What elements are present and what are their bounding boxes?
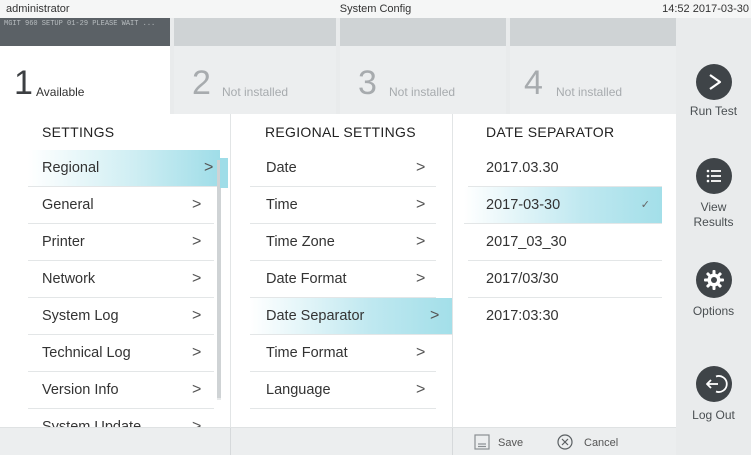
top-status-bar: administrator System Config 14:52 2017-0… [0,0,751,18]
view-results-label: View Results [693,200,734,229]
chevron-right-icon: > [192,344,202,361]
module-number: 4 [524,64,543,102]
settings-item-version-info[interactable]: Version Info > [28,372,214,409]
settings-heading: SETTINGS [42,124,115,140]
settings-scrollbar-thumb[interactable] [217,160,221,398]
separator-option-underscore[interactable]: 2017_03_30 [468,224,662,261]
log-out-label: Log Out [692,408,735,422]
separator-option-slash[interactable]: 2017/03/30 [468,261,662,298]
options-button[interactable]: Options [676,262,751,319]
chevron-right-icon: > [416,270,426,287]
settings-panel: SETTINGS Regional > General > Printer > … [0,114,676,427]
regional-item-date[interactable]: Date > [250,150,436,187]
chevron-right-icon: > [192,307,202,324]
module-status-label: Not installed [556,85,623,99]
cancel-button[interactable]: Cancel [554,428,654,455]
module-status-label: Not installed [389,85,456,99]
run-test-button[interactable]: Run Test [676,64,751,119]
module-status-label: Not installed [222,85,289,99]
selection-connector [220,158,228,188]
module-status-text: MGIT 960 SETUP 01-29 PLEASE WAIT ... [4,20,156,28]
separator-option-colon[interactable]: 2017:03:30 [468,298,662,335]
module-3-tab[interactable]: 3 Not installed [340,18,506,114]
chevron-right-icon: > [192,196,202,213]
cancel-label: Cancel [584,437,619,449]
window-title: System Config [339,3,412,15]
module-1-tab[interactable]: MGIT 960 SETUP 01-29 PLEASE WAIT ... 1 A… [0,18,170,114]
action-sidebar: Run Test View Results Options Log Out [676,18,751,455]
regional-item-date-format[interactable]: Date Format > [250,261,436,298]
date-separator-heading: DATE SEPARATOR [486,124,615,140]
chevron-right-icon: > [204,159,214,176]
chevron-right-icon: > [416,233,426,250]
settings-item-general[interactable]: General > [28,187,214,224]
regional-settings-heading: REGIONAL SETTINGS [265,124,416,140]
check-icon: ✓ [640,199,650,211]
regional-item-date-separator[interactable]: Date Separator > [250,298,452,335]
chevron-right-icon: > [192,381,202,398]
regional-item-time-format[interactable]: Time Format > [250,335,436,372]
view-results-button[interactable]: View Results [676,158,751,230]
module-number: 3 [358,64,377,102]
chevron-right-icon: > [192,270,202,287]
settings-item-system-update[interactable]: System Update > [28,409,214,427]
regional-item-language[interactable]: Language > [250,372,436,409]
options-label: Options [692,304,735,318]
separator-option-dash[interactable]: 2017-03-30 ✓ [464,187,662,224]
settings-item-technical-log[interactable]: Technical Log > [28,335,214,372]
regional-item-time[interactable]: Time > [250,187,436,224]
chevron-right-icon: > [416,196,426,213]
chevron-right-icon: > [430,307,440,324]
save-button[interactable]: Save [470,428,550,455]
settings-item-printer[interactable]: Printer > [28,224,214,261]
chevron-right-icon: > [192,233,202,250]
chevron-right-icon: > [416,344,426,361]
module-4-tab[interactable]: 4 Not installed [510,18,676,114]
settings-item-regional[interactable]: Regional > [28,150,220,187]
settings-item-network[interactable]: Network > [28,261,214,298]
run-test-label: Run Test [689,104,738,118]
log-out-button[interactable]: Log Out [676,366,751,423]
module-number: 2 [192,64,211,102]
module-number: 1 [14,64,33,102]
gear-icon [695,262,732,298]
list-icon [695,158,732,194]
save-label: Save [498,437,524,449]
save-icon [474,434,490,453]
bottom-action-bar: Save Cancel [0,427,676,455]
regional-item-time-zone[interactable]: Time Zone > [250,224,436,261]
play-icon [695,64,732,100]
module-2-tab[interactable]: 2 Not installed [174,18,336,114]
module-tabs: MGIT 960 SETUP 01-29 PLEASE WAIT ... 1 A… [0,18,676,114]
settings-item-system-log[interactable]: System Log > [28,298,214,335]
separator-option-dot[interactable]: 2017.03.30 [468,150,662,187]
chevron-right-icon: > [416,381,426,398]
clock: 14:52 2017-03-30 [662,3,749,15]
logout-icon [695,366,732,402]
module-status-label: Available [36,85,85,99]
module-status-bar: MGIT 960 SETUP 01-29 PLEASE WAIT ... [0,18,170,46]
chevron-right-icon: > [416,159,426,176]
chevron-right-icon: > [192,418,202,427]
cancel-icon [557,434,573,453]
